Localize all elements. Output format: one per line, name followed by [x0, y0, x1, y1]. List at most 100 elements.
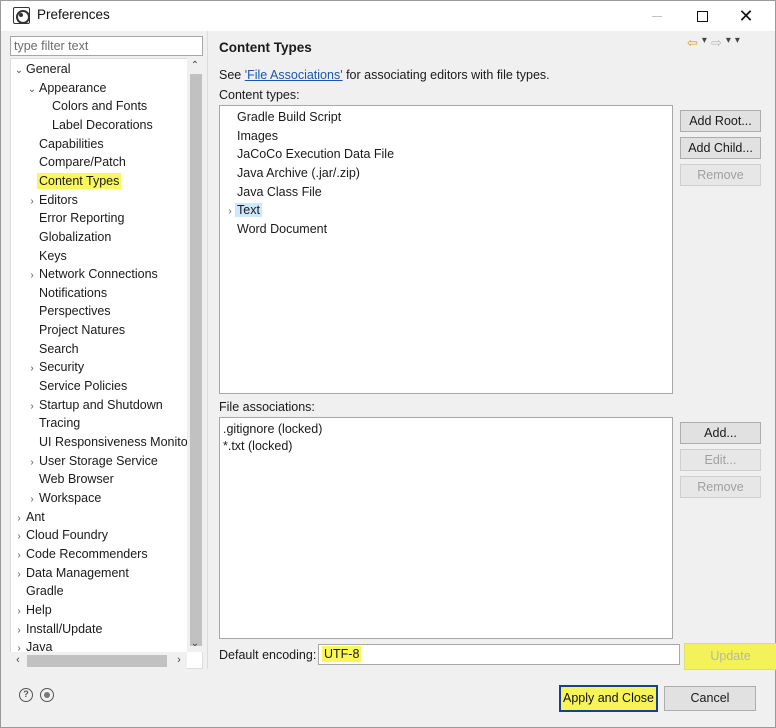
tree-item[interactable]: › Security	[27, 358, 84, 376]
tree-item[interactable]: › Network Connections	[27, 265, 157, 285]
collapsed-arrow-icon[interactable]: ›	[14, 603, 24, 621]
collapsed-arrow-icon[interactable]: ›	[27, 491, 37, 509]
scroll-up-icon[interactable]: ⌃	[187, 58, 203, 74]
tree-item[interactable]: Search	[27, 340, 79, 358]
tree-item[interactable]: › Editors	[27, 191, 78, 209]
tree-item[interactable]: › Workspace	[27, 489, 101, 507]
tree-item[interactable]: Perspectives	[27, 302, 111, 320]
pane-splitter[interactable]	[207, 31, 208, 669]
forward-menu-icon[interactable]: ▾	[726, 35, 731, 51]
preferences-window: Preferences ✕ ⌄General⌄AppearanceColors …	[0, 0, 776, 728]
back-menu-icon[interactable]: ▾	[702, 35, 707, 51]
collapsed-arrow-icon[interactable]: ›	[225, 203, 235, 221]
tree-horizontal-scrollbar[interactable]: ‹ ›	[10, 652, 187, 669]
content-type-item[interactable]: JaCoCo Execution Data File	[225, 145, 394, 163]
tree-item-label: Cloud Foundry	[26, 528, 108, 543]
file-associations-list[interactable]: .gitignore (locked) *.txt (locked)	[219, 417, 673, 639]
hscroll-thumb[interactable]	[27, 655, 167, 667]
scroll-right-icon[interactable]: ›	[171, 652, 187, 669]
add-root-button[interactable]: Add Root...	[680, 110, 761, 132]
tree-item[interactable]: ⌄ General	[14, 60, 71, 80]
tree-item[interactable]: › Install/Update	[14, 620, 102, 638]
add-association-button[interactable]: Add...	[680, 422, 761, 444]
maximize-button[interactable]	[679, 1, 725, 31]
remove-association-button[interactable]: Remove	[680, 476, 761, 498]
collapsed-arrow-icon[interactable]: ›	[14, 566, 24, 584]
collapsed-arrow-icon[interactable]: ›	[14, 547, 24, 565]
forward-arrow-icon[interactable]: ⇨	[711, 35, 722, 51]
content-type-item[interactable]: Word Document	[225, 220, 327, 238]
expanded-arrow-icon[interactable]: ⌄	[14, 62, 24, 80]
tree-item-label: Install/Update	[26, 621, 103, 636]
tree-item[interactable]: UI Responsiveness Monitor	[27, 433, 192, 451]
tree-item[interactable]: Tracing	[27, 414, 80, 432]
close-button[interactable]: ✕	[723, 1, 769, 31]
content-type-item[interactable]: › Text	[225, 201, 262, 219]
file-associations-link[interactable]: 'File Associations'	[245, 68, 343, 82]
tree-item[interactable]: Keys	[27, 247, 67, 265]
tree-item[interactable]: › Ant	[14, 508, 44, 528]
tree-item[interactable]: › Code Recommenders	[14, 545, 148, 565]
collapsed-arrow-icon[interactable]: ›	[27, 398, 37, 416]
tree-vertical-scrollbar[interactable]: ⌃ ⌄	[187, 58, 203, 652]
tree-item[interactable]: Web Browser	[27, 470, 114, 488]
file-association-item[interactable]: *.txt (locked)	[223, 437, 292, 455]
tree-item[interactable]: › Data Management	[14, 564, 129, 582]
collapsed-arrow-icon[interactable]: ›	[14, 528, 24, 546]
filter-input[interactable]	[10, 36, 203, 56]
tree-item[interactable]: Label Decorations	[40, 116, 153, 134]
default-encoding-input[interactable]: UTF-8	[318, 644, 680, 665]
tree-item-label: Data Management	[26, 565, 129, 580]
update-button[interactable]: Update	[684, 643, 776, 670]
edit-association-button[interactable]: Edit...	[680, 449, 761, 471]
collapsed-arrow-icon[interactable]: ›	[27, 360, 37, 378]
tree-item[interactable]: Capabilities	[27, 135, 104, 153]
apply-and-close-button[interactable]: Apply and Close	[559, 685, 658, 712]
collapsed-arrow-icon[interactable]: ›	[27, 454, 37, 472]
tree-item-label: Gradle	[26, 584, 64, 599]
collapsed-arrow-icon[interactable]: ›	[27, 193, 37, 211]
tree-item[interactable]: Gradle	[14, 582, 64, 600]
content-types-list[interactable]: Gradle Build Script Images JaCoCo Executio…	[219, 105, 673, 394]
collapsed-arrow-icon[interactable]: ›	[14, 622, 24, 640]
file-association-item[interactable]: .gitignore (locked)	[223, 420, 322, 438]
dialog-button-bar	[1, 675, 775, 727]
tree-item-label: Colors and Fonts	[52, 99, 148, 114]
tree-item-label: Code Recommenders	[26, 546, 148, 561]
remove-content-type-button[interactable]: Remove	[680, 164, 761, 186]
expanded-arrow-icon[interactable]: ⌄	[27, 81, 37, 99]
cancel-button[interactable]: Cancel	[664, 686, 756, 711]
tree-item[interactable]: Notifications	[27, 284, 107, 302]
collapsed-arrow-icon[interactable]: ›	[14, 510, 24, 528]
tree-item[interactable]: Error Reporting	[27, 209, 124, 227]
minimize-button[interactable]	[634, 1, 680, 31]
scroll-down-icon[interactable]: ⌄	[187, 636, 203, 652]
tree-item[interactable]: Colors and Fonts	[40, 97, 147, 115]
tree-item[interactable]: Globalization	[27, 228, 111, 246]
content-type-label: Gradle Build Script	[237, 110, 342, 124]
tree-item[interactable]: Project Natures	[27, 321, 125, 339]
tree-item[interactable]: › Help	[14, 601, 51, 621]
back-arrow-icon[interactable]: ⇦	[687, 35, 698, 51]
tree-item[interactable]: › Startup and Shutdown	[27, 396, 162, 416]
scroll-left-icon[interactable]: ‹	[10, 652, 26, 669]
tree-item[interactable]: › User Storage Service	[27, 452, 157, 472]
content-type-item[interactable]: Gradle Build Script	[225, 108, 341, 126]
collapsed-arrow-icon[interactable]: ›	[27, 267, 37, 285]
tree-item[interactable]: ⌄ Appearance	[27, 79, 107, 99]
tree-item[interactable]: Compare/Patch	[27, 153, 126, 171]
content-type-item[interactable]: Java Archive (.jar/.zip)	[225, 164, 360, 182]
content-type-item[interactable]: Images	[225, 127, 278, 145]
tree-item-label: Perspectives	[39, 304, 111, 319]
view-menu-icon[interactable]: ▾	[735, 35, 740, 51]
record-icon[interactable]	[40, 688, 54, 702]
tree-item[interactable]: Content Types	[27, 172, 122, 190]
hint-suffix: for associating editors with file types.	[342, 68, 550, 82]
add-child-button[interactable]: Add Child...	[680, 137, 761, 159]
scroll-thumb[interactable]	[190, 74, 202, 646]
tree-item[interactable]: Service Policies	[27, 377, 127, 395]
content-type-item[interactable]: Java Class File	[225, 183, 322, 201]
content-type-label: Java Class File	[237, 184, 322, 199]
tree-item[interactable]: › Cloud Foundry	[14, 526, 108, 544]
help-icon[interactable]: ?	[19, 688, 33, 702]
